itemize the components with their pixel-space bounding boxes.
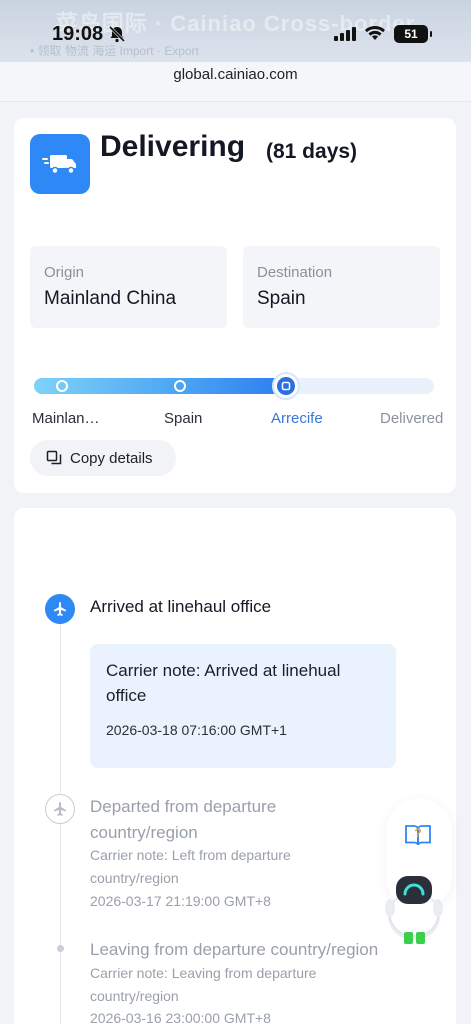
truck-icon (30, 134, 90, 194)
shipment-summary-card: Delivering (81 days) Origin Mainland Chi… (14, 118, 456, 493)
copy-icon (46, 450, 62, 465)
step-label-origin: Mainlan… (32, 410, 100, 427)
airplane-icon (45, 794, 75, 824)
destination-label: Destination (257, 264, 333, 281)
carrier-note-box: Carrier note: Arrived at linehual office… (90, 644, 396, 768)
step-dot-spain (174, 380, 186, 392)
event-time: 2026-03-16 23:00:00 GMT+8 (90, 1010, 271, 1024)
wifi-icon (365, 26, 385, 40)
airplane-icon (45, 594, 75, 624)
step-label-spain: Spain (164, 410, 203, 427)
event-note: Carrier note: Left from departure countr… (90, 847, 291, 886)
step-label-current: Arrecife (271, 410, 323, 427)
bell-off-icon (108, 25, 126, 43)
progress-track (34, 372, 434, 400)
event-time: 2026-03-18 07:16:00 GMT+1 (106, 722, 287, 738)
origin-value: Mainland China (44, 288, 177, 309)
copy-details-label: Copy details (70, 449, 153, 467)
carrier-note: Carrier note: Arrived at linehual office (106, 661, 341, 705)
origin-label: Origin (44, 264, 85, 281)
copy-details-button[interactable]: Copy details (30, 440, 176, 476)
robot-mascot-icon[interactable] (374, 868, 454, 948)
status-time: 19:08 (52, 23, 104, 45)
event-title: Arrived at linehaul office (90, 597, 272, 616)
help-book-icon[interactable]: ? (404, 822, 432, 848)
event-time: 2026-03-17 21:19:00 GMT+8 (90, 893, 271, 909)
status-bar: 菜鸟国际 · Cainiao Cross-border • 领取 物流 海运 I… (0, 0, 471, 70)
signal-icon (334, 27, 356, 41)
origin-box: Origin Mainland China (30, 246, 227, 328)
current-location-icon (272, 372, 300, 400)
event-title: Departed from departure country/region (90, 797, 277, 842)
battery-icon: 51 (394, 25, 432, 43)
timeline-dot (57, 945, 64, 952)
shipment-status: Delivering (100, 130, 246, 163)
step-dot-origin (56, 380, 68, 392)
url-bar[interactable]: global.cainiao.com (0, 62, 471, 102)
event-note: Carrier note: Leaving from departure cou… (90, 965, 317, 1004)
step-label-delivered: Delivered (380, 410, 444, 427)
svg-text:?: ? (414, 826, 421, 840)
destination-value: Spain (257, 288, 306, 309)
transit-days: (81 days) (266, 140, 358, 163)
progress-fill (34, 378, 286, 394)
destination-box: Destination Spain (243, 246, 440, 328)
